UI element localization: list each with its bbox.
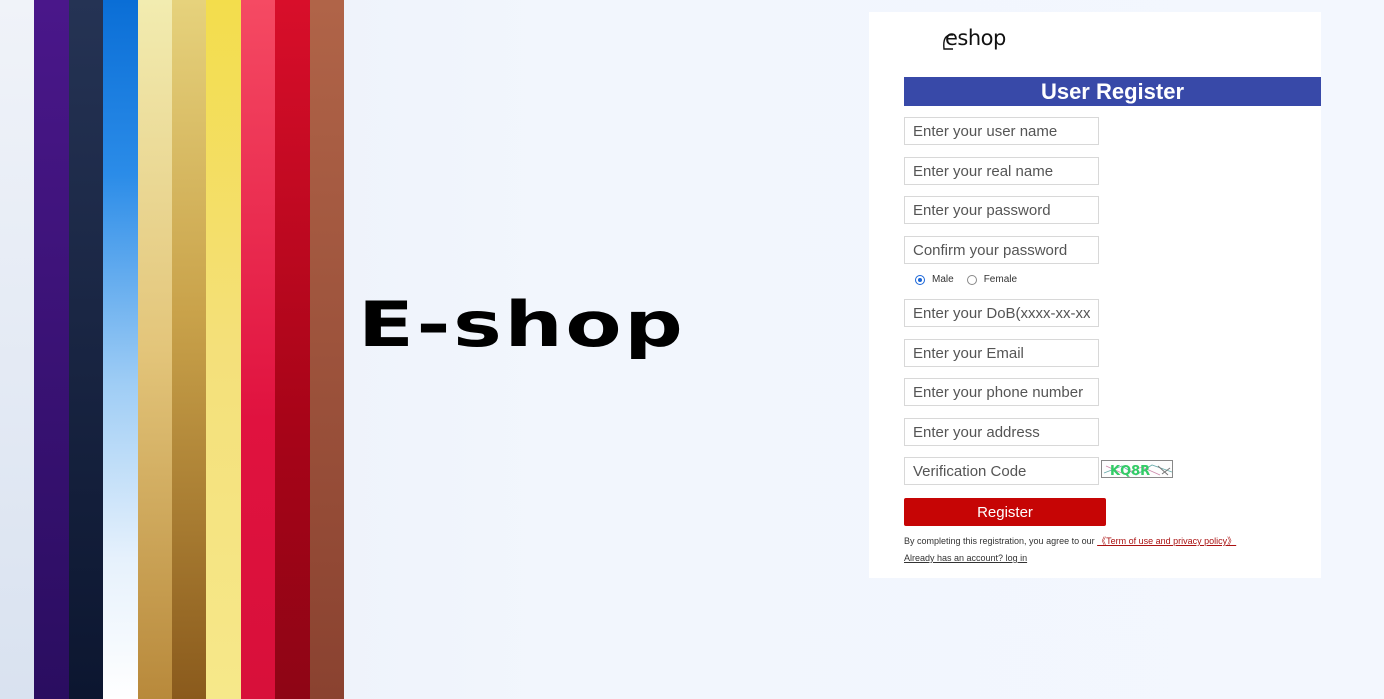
male-radio[interactable] — [915, 274, 925, 285]
brand-title: E-shop — [358, 288, 686, 361]
realname-input[interactable] — [904, 157, 1099, 185]
captcha-text: KQ8R — [1110, 464, 1150, 478]
male-label: Male — [932, 274, 954, 285]
username-input[interactable] — [904, 117, 1099, 145]
email-input[interactable] — [904, 339, 1099, 367]
decorative-stripes — [0, 0, 346, 699]
terms-prefix: By completing this registration, you agr… — [904, 536, 1095, 546]
stripe-3 — [69, 0, 103, 699]
stripe-4 — [103, 0, 138, 699]
stripe-2 — [34, 0, 69, 699]
login-link[interactable]: Already has an account? log in — [904, 553, 1027, 563]
captcha-noise-icon: KQ8R — [1103, 464, 1172, 478]
stripe-8 — [241, 0, 275, 699]
verification-code-input[interactable] — [904, 457, 1099, 485]
stripe-1 — [0, 0, 34, 699]
dob-input[interactable] — [904, 299, 1099, 327]
password-input[interactable] — [904, 196, 1099, 224]
register-card: eshop User Register Male Female KQ8R Reg… — [869, 12, 1321, 578]
terms-link[interactable]: 《Term of use and privacy policy》 — [1097, 536, 1236, 546]
female-radio[interactable] — [966, 274, 977, 285]
captcha-image[interactable]: KQ8R — [1101, 460, 1173, 478]
stripe-6 — [172, 0, 206, 699]
stripe-9 — [275, 0, 310, 699]
terms-notice: By completing this registration, you agr… — [904, 534, 1236, 547]
confirm-password-input[interactable] — [904, 236, 1099, 264]
form-title: User Register — [904, 77, 1321, 106]
stripe-5 — [138, 0, 172, 699]
stripe-7 — [206, 0, 241, 699]
address-input[interactable] — [904, 418, 1099, 446]
register-button[interactable]: Register — [904, 498, 1106, 526]
gender-selector: Male Female — [915, 274, 1017, 285]
female-label: Female — [983, 274, 1018, 285]
phone-input[interactable] — [904, 378, 1099, 406]
stripe-10 — [310, 0, 344, 699]
eshop-logo: eshop — [945, 26, 1006, 50]
